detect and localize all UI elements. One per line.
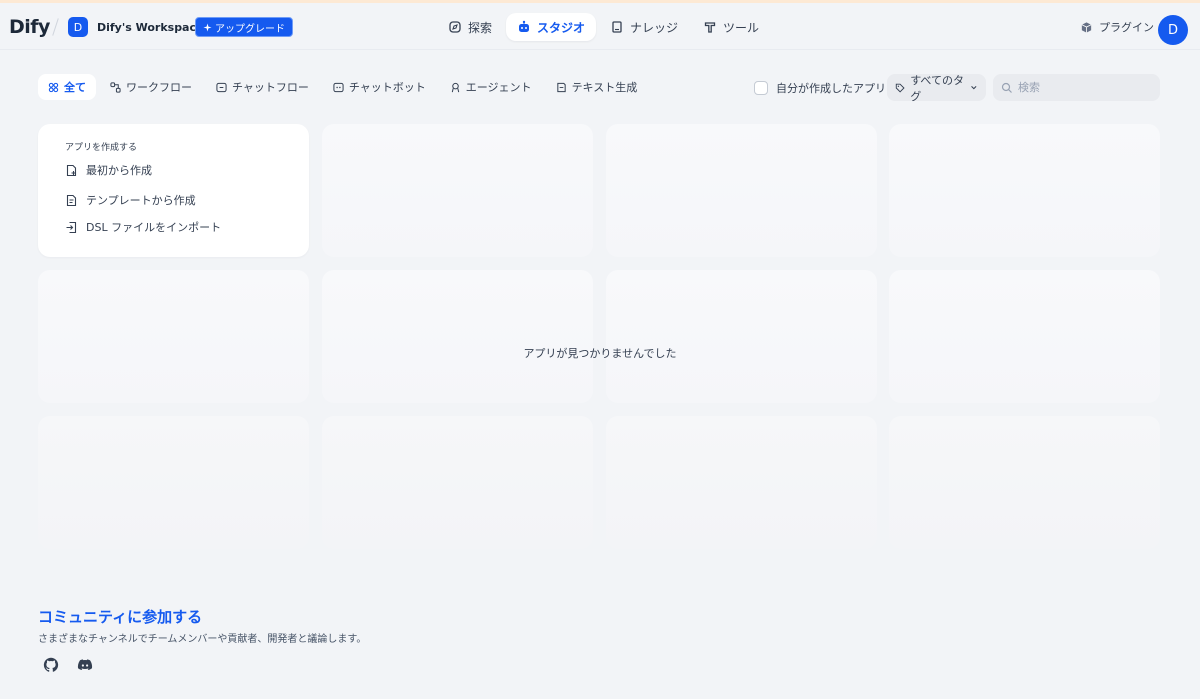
empty-app-card-placeholder [889, 270, 1160, 403]
nav-tools[interactable]: ツール [692, 13, 770, 41]
user-avatar[interactable]: D [1158, 15, 1188, 45]
filter-all-label: 全て [64, 81, 86, 94]
discord-link[interactable] [76, 656, 94, 674]
import-icon [66, 221, 77, 233]
header-border [0, 49, 1200, 50]
tag-filter-dropdown[interactable]: すべてのタグ [887, 73, 986, 103]
empty-state-message: アプリが見つかりませんでした [523, 347, 677, 360]
created-by-me-checkbox[interactable] [754, 81, 768, 95]
nav-explore[interactable]: 探索 [437, 13, 503, 41]
robot-icon [519, 20, 530, 32]
grid-icon [48, 82, 59, 92]
filter-text-generation[interactable]: テキスト生成 [546, 74, 648, 100]
empty-app-card-placeholder [606, 416, 877, 549]
upgrade-button[interactable]: アップグレード [195, 17, 293, 37]
chatbot-icon [333, 82, 344, 92]
search-icon [1001, 82, 1012, 93]
filter-chatflow[interactable]: チャットフロー [206, 74, 319, 100]
create-from-template-button[interactable]: テンプレートから作成 [65, 192, 196, 208]
hammer-icon [704, 22, 716, 33]
nav-tools-label: ツール [723, 20, 760, 35]
create-blank-button[interactable]: 最初から作成 [65, 162, 152, 178]
sparkle-icon [203, 22, 212, 32]
create-blank-label: 最初から作成 [86, 164, 152, 177]
header-divider [52, 18, 59, 36]
nav-knowledge-label: ナレッジ [630, 20, 679, 35]
workflow-icon [110, 81, 121, 93]
import-dsl-button[interactable]: DSL ファイルをインポート [65, 219, 221, 235]
agent-icon [451, 82, 459, 92]
plugin-button[interactable]: プラグイン [1080, 19, 1154, 35]
workspace-name: Dify's Workspace [97, 20, 204, 34]
chatflow-icon [216, 82, 227, 92]
empty-app-card-placeholder [606, 124, 877, 257]
text-icon [556, 82, 566, 92]
create-from-template-label: テンプレートから作成 [86, 194, 196, 207]
import-dsl-label: DSL ファイルをインポート [86, 221, 222, 234]
create-app-title: アプリを作成する [65, 143, 138, 153]
dify-logo[interactable]: Dify [9, 16, 50, 38]
book-icon [612, 21, 622, 33]
created-by-me-toggle[interactable]: 自分が作成したアプリ [754, 80, 886, 96]
empty-app-card-placeholder [889, 416, 1160, 549]
filter-workflow-label: ワークフロー [126, 81, 192, 94]
empty-app-card-placeholder [322, 416, 593, 549]
template-icon [66, 194, 77, 206]
main-nav: 探索 スタジオ ナレッジ ツール [437, 13, 773, 41]
workspace-avatar: D [68, 17, 88, 37]
empty-app-card-placeholder [606, 270, 877, 403]
empty-app-card-placeholder [322, 124, 593, 257]
filter-all[interactable]: 全て [38, 74, 96, 100]
tag-icon [895, 83, 905, 92]
new-file-icon [66, 164, 77, 176]
community-title: コミュニティに参加する [38, 608, 203, 626]
discord-icon [77, 659, 93, 670]
app-header: Dify D Dify's Workspace アップグレード 探索 スタジオ … [0, 3, 1200, 50]
empty-app-card-placeholder [889, 124, 1160, 257]
filter-chatflow-label: チャットフロー [232, 81, 309, 94]
upgrade-label: アップグレード [215, 23, 285, 35]
nav-explore-label: 探索 [468, 20, 493, 35]
tag-filter-label: すべてのタグ [910, 73, 964, 103]
filter-agent-label: エージェント [465, 81, 532, 94]
nav-studio-label: スタジオ [537, 20, 586, 35]
empty-app-card-placeholder [322, 270, 593, 403]
cube-icon [1081, 21, 1092, 33]
empty-app-card-placeholder [38, 270, 309, 403]
created-by-me-label: 自分が作成したアプリ [776, 82, 886, 95]
filter-workflow[interactable]: ワークフロー [100, 74, 202, 100]
compass-icon [449, 21, 461, 33]
search-input[interactable] [1018, 81, 1148, 94]
chevron-down-icon [971, 85, 977, 90]
filter-chatbot-label: チャットボット [348, 81, 426, 94]
app-type-filters: 全て ワークフロー チャットフロー チャットボット エージェント テキスト生成 [38, 74, 651, 100]
nav-knowledge[interactable]: ナレッジ [599, 13, 689, 41]
community-description: さまざまなチャンネルでチームメンバーや貢献者、開発者と議論します。 [38, 634, 367, 645]
github-link[interactable] [42, 656, 60, 674]
github-icon [43, 657, 59, 672]
create-app-card: アプリを作成する 最初から作成 テンプレートから作成 DSL ファイルをインポー… [38, 124, 309, 257]
search-box[interactable] [993, 74, 1160, 101]
filter-chatbot[interactable]: チャットボット [323, 74, 436, 100]
filter-agent[interactable]: エージェント [440, 74, 542, 100]
filter-text-generation-label: テキスト生成 [571, 81, 638, 94]
nav-studio[interactable]: スタジオ [506, 13, 597, 41]
empty-app-card-placeholder [38, 416, 309, 549]
plugin-label: プラグイン [1099, 21, 1154, 34]
